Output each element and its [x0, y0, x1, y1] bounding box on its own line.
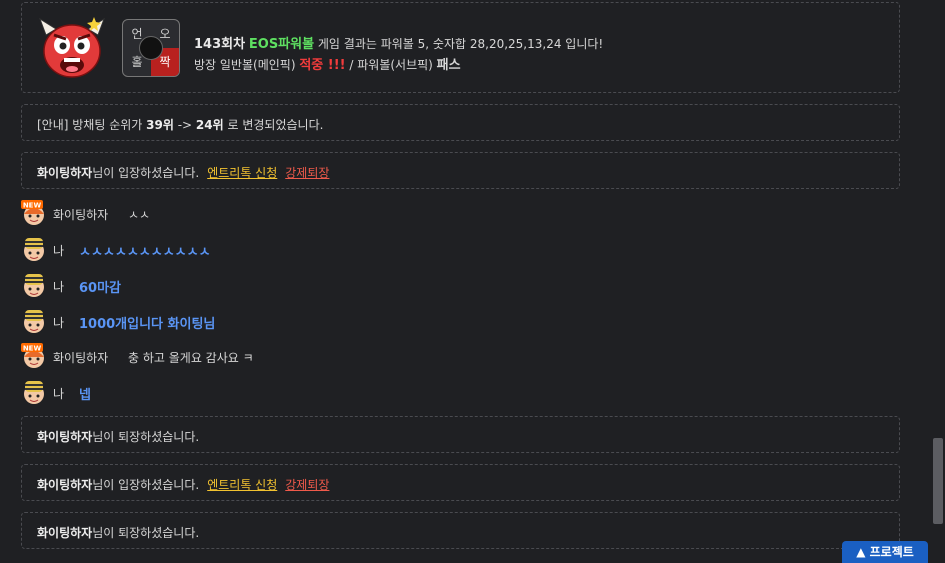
pick-line: 방장 일반볼(메인픽) 적중 !!! / 파워볼(서브픽) 패스: [194, 54, 461, 73]
system-user: 화이팅하자: [37, 478, 93, 492]
my-avatar-icon: [24, 310, 44, 333]
chat-nick[interactable]: 나: [53, 278, 64, 295]
system-message: 화이팅하자님이 퇴장하셨습니다.: [21, 416, 900, 453]
entry-talk-request-link[interactable]: 엔트리톡 신청: [207, 166, 277, 180]
chat-row: 나 ㅅㅅㅅㅅㅅㅅㅅㅅㅅㅅㅅ: [21, 236, 521, 262]
system-msg: 님이 입장하셨습니다.: [92, 166, 200, 180]
result-card: 언 오 홀 짝 143회차 EOS파워볼 게임 결과는 파워볼 5, 숫자합 2…: [21, 2, 900, 93]
chat-row: NEW 화이팅하자 ㅅㅅ: [21, 200, 521, 226]
system-user: 화이팅하자: [37, 526, 93, 540]
my-avatar-icon: [24, 381, 44, 404]
notice-text: [안내] 방채팅 순위가 39위 -> 24위 로 변경되었습니다.: [37, 116, 323, 133]
chat-text: ㅅㅅ: [128, 208, 151, 222]
system-message: 화이팅하자님이 입장하셨습니다. 엔트리톡 신청 강제퇴장: [21, 152, 900, 189]
chat-text: 1000개입니다 화이팅님: [79, 317, 216, 332]
system-msg: 님이 퇴장하셨습니다.: [92, 526, 200, 540]
hit-badge: 적중 !!!: [299, 58, 346, 73]
result-text: 게임 결과는 파워볼 5, 숫자합 28,20,25,13,24 입니다!: [314, 37, 604, 51]
chat-nick[interactable]: 화이팅하자: [53, 206, 108, 223]
system-text: 화이팅하자님이 퇴장하셨습니다.: [37, 524, 199, 541]
chat-text: 60마감: [79, 281, 122, 296]
system-text: 화이팅하자님이 입장하셨습니다. 엔트리톡 신청 강제퇴장: [37, 476, 329, 493]
scrollbar[interactable]: [931, 0, 945, 561]
system-text: 화이팅하자님이 퇴장하셨습니다.: [37, 428, 199, 445]
system-message: 화이팅하자님이 입장하셨습니다. 엔트리톡 신청 강제퇴장: [21, 464, 900, 501]
sub-pick-label: / 파워볼(서브픽): [345, 58, 437, 72]
notice-from-rank: 39위: [146, 118, 174, 132]
system-user: 화이팅하자: [37, 430, 93, 444]
round-number: 143회차: [194, 37, 246, 52]
notice-to-rank: 24위: [195, 118, 224, 132]
chat-nick[interactable]: 나: [53, 385, 64, 402]
game-name: EOS파워볼: [248, 37, 315, 52]
system-msg: 님이 퇴장하셨습니다.: [92, 430, 200, 444]
pass-label: 패스: [436, 58, 461, 73]
chat-text: ㅅㅅㅅㅅㅅㅅㅅㅅㅅㅅㅅ: [79, 245, 211, 260]
new-badge: NEW: [23, 345, 42, 353]
system-msg: 님이 입장하셨습니다.: [92, 478, 200, 492]
scrollbar-thumb[interactable]: [933, 438, 943, 524]
new-badge: NEW: [23, 202, 42, 210]
chat-row: NEW 화이팅하자 충 하고 올게요 감사요 ㅋ: [21, 343, 521, 369]
kick-link[interactable]: 강제퇴장: [285, 166, 329, 180]
ball-icon: [139, 36, 163, 60]
rank-notice: [안내] 방채팅 순위가 39위 -> 24위 로 변경되었습니다.: [21, 104, 900, 141]
chat-row: 나 넵: [21, 379, 521, 405]
my-avatar-icon: [24, 274, 44, 297]
notice-suffix: 로 변경되었습니다.: [223, 118, 324, 132]
main-pick-label: 방장 일반볼(메인픽): [194, 58, 300, 72]
project-button[interactable]: ▲ 프로젝트: [842, 541, 928, 563]
chat-row: 나 60마감: [21, 272, 521, 298]
system-text: 화이팅하자님이 입장하셨습니다. 엔트리톡 신청 강제퇴장: [37, 164, 329, 181]
chat-text: 충 하고 올게요 감사요 ㅋ: [128, 351, 254, 365]
result-line: 143회차 EOS파워볼 게임 결과는 파워볼 5, 숫자합 28,20,25,…: [194, 33, 603, 52]
chat-nick[interactable]: 나: [53, 314, 64, 331]
chat-row: 나 1000개입니다 화이팅님: [21, 308, 521, 334]
new-user-avatar-icon: NEW: [21, 343, 44, 368]
new-user-avatar-icon: NEW: [21, 200, 44, 225]
system-user: 화이팅하자: [37, 166, 93, 180]
entry-talk-request-link[interactable]: 엔트리톡 신청: [207, 478, 277, 492]
chat-nick[interactable]: 화이팅하자: [53, 349, 108, 366]
kick-link[interactable]: 강제퇴장: [285, 478, 329, 492]
chat-text: 넵: [79, 388, 91, 403]
devil-mascot-icon: [39, 17, 105, 78]
result-grid: 언 오 홀 짝: [122, 19, 180, 77]
notice-prefix: [안내] 방채팅 순위가: [37, 118, 147, 132]
notice-arrow: ->: [173, 118, 196, 132]
chat-nick[interactable]: 나: [53, 242, 64, 259]
system-message: 화이팅하자님이 퇴장하셨습니다.: [21, 512, 900, 549]
my-avatar-icon: [24, 238, 44, 261]
